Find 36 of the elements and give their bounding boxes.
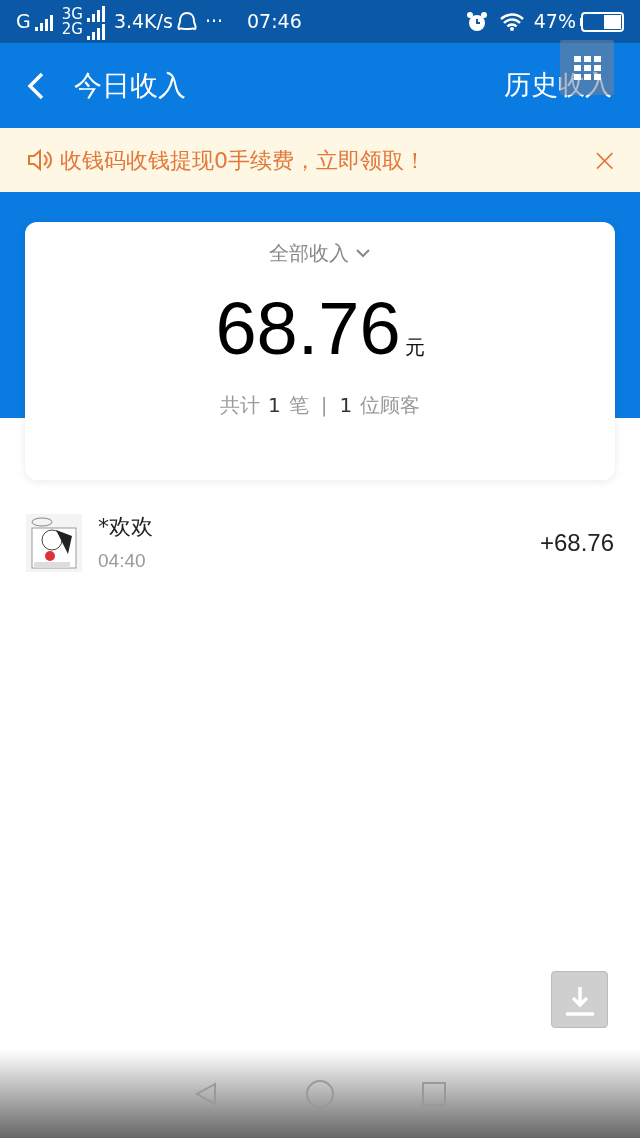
total-amount: 68.76: [215, 292, 401, 366]
home-nav-icon[interactable]: [305, 1079, 335, 1109]
notice-text: 收钱码收钱提现0手续费，立即领取！: [60, 146, 427, 175]
close-button[interactable]: ×: [591, 136, 618, 184]
alarm-icon: [465, 10, 488, 33]
signal-icon: [86, 21, 106, 40]
battery-icon: [580, 11, 624, 32]
network-speed: 3.4K/s: [113, 9, 173, 35]
network-label: G: [16, 9, 31, 35]
network-label: 2G: [61, 21, 83, 37]
battery-percent: 47%: [533, 9, 576, 35]
currency-unit: 元: [404, 334, 425, 361]
back-nav-icon[interactable]: [193, 1081, 219, 1107]
stats-label: 笔: [288, 392, 309, 419]
count-value: 1: [339, 392, 353, 419]
transaction-amount: +68.76: [539, 527, 614, 558]
payer-name: *欢欢: [98, 513, 154, 541]
back-icon: [26, 70, 46, 101]
signal-icon: [34, 12, 54, 31]
caret-icon: [355, 247, 371, 259]
penguin-icon: [176, 10, 197, 33]
network-label: 3G: [61, 6, 83, 22]
transaction-time: 04:40: [98, 549, 147, 573]
filter-dropdown[interactable]: 全部收入: [269, 238, 349, 268]
stats-label: 位顾客: [360, 392, 421, 419]
wifi-icon: [499, 12, 524, 31]
clock-time: 07:46: [247, 9, 302, 35]
signal-icon: [86, 3, 106, 22]
more-label: ···: [204, 9, 223, 35]
download-button[interactable]: [551, 971, 608, 1028]
page-title: 今日收入: [74, 67, 187, 104]
separator: |: [320, 392, 328, 419]
speaker-icon: [26, 147, 52, 173]
count-value: 1: [267, 392, 281, 419]
stats-label: 共计: [219, 392, 260, 419]
recents-nav-icon[interactable]: [421, 1081, 447, 1107]
